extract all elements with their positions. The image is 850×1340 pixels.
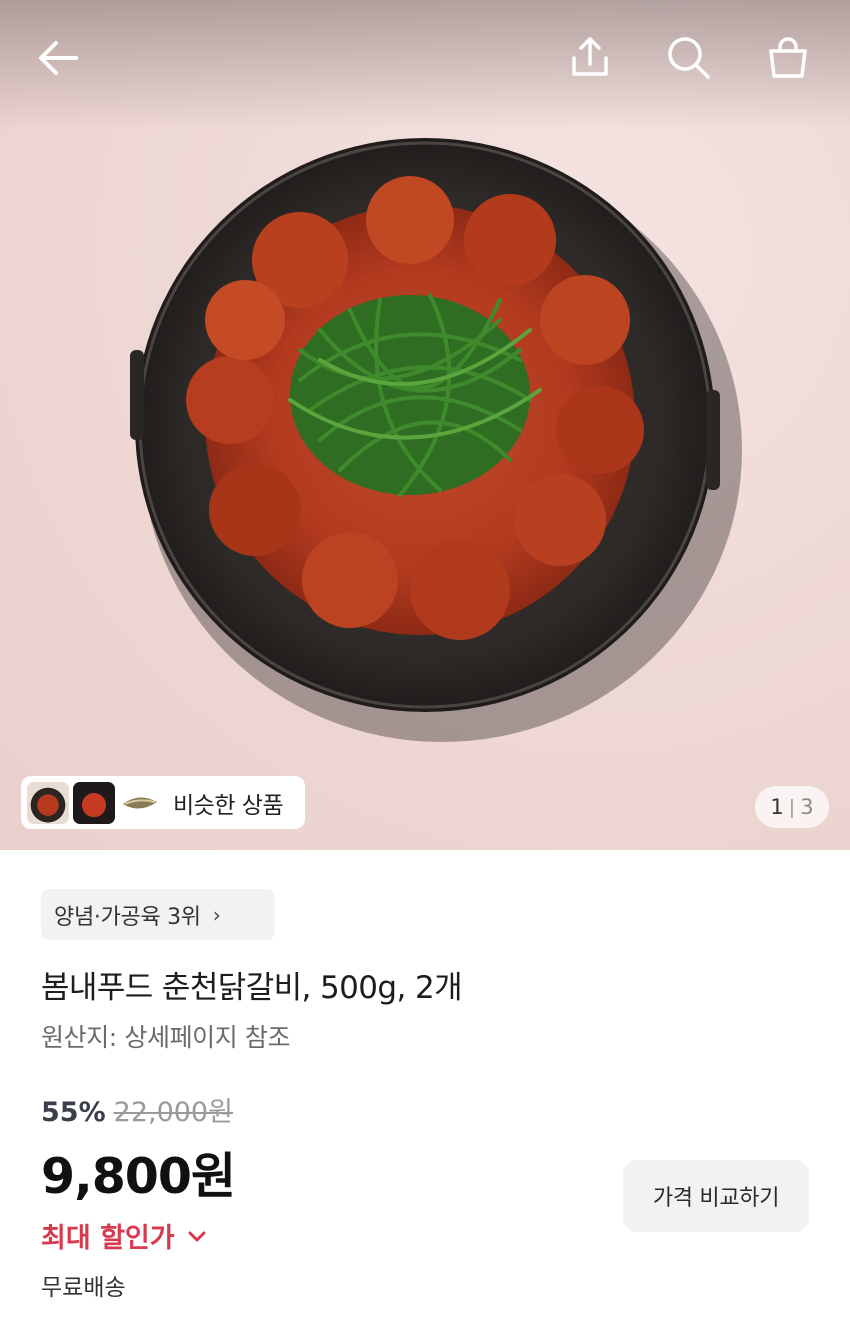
current-page-number: 1 [770,795,784,819]
category-rank-label: 양념·가공육 3위 [54,904,201,930]
discount-row: 55% 22,000원 [41,1090,233,1129]
top-navigation-bar [0,0,850,120]
total-page-number: 3 [800,795,814,819]
price-compare-button[interactable]: 가격 비교하기 [623,1160,809,1232]
share-icon[interactable] [560,28,620,88]
category-rank-badge[interactable]: 양념·가공육 3위 › [41,889,275,940]
back-arrow-icon[interactable] [28,28,88,88]
max-discount-toggle[interactable]: 최대 할인가 [41,1216,207,1255]
sale-price: 9,800원 [41,1148,236,1205]
max-discount-label: 최대 할인가 [41,1223,175,1254]
chevron-down-icon [187,1220,207,1251]
product-title: 봄내푸드 춘천닭갈비, 500g, 2개 [41,970,463,1006]
shopping-bag-icon[interactable] [758,28,818,88]
product-image-gallery[interactable]: 비슷한 상품 1 | 3 [0,0,850,850]
similar-product-thumbnail [119,781,161,824]
product-origin: 원산지: 상세페이지 참조 [41,1023,291,1052]
image-page-indicator: 1 | 3 [755,786,829,828]
search-icon[interactable] [659,28,719,88]
page-separator: | [788,796,796,818]
similar-products-label: 비슷한 상품 [173,792,284,819]
similar-product-thumbnail [27,781,69,824]
shipping-info: 무료배송 [41,1275,126,1301]
chevron-right-icon: › [212,902,221,927]
original-price: 22,000원 [113,1097,233,1128]
similar-product-thumbnail [73,781,115,824]
similar-products-button[interactable]: 비슷한 상품 [21,776,305,829]
discount-rate: 55% [41,1097,106,1128]
